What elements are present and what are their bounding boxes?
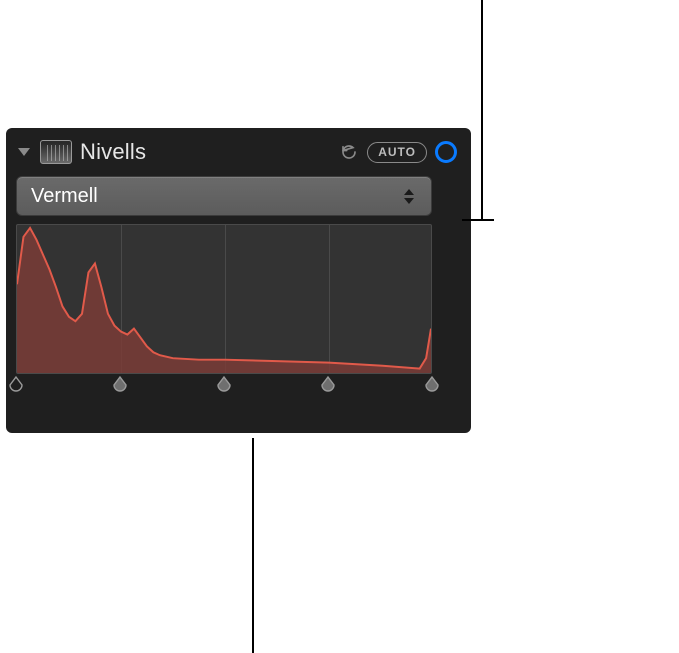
channel-dropdown-label: Vermell: [31, 185, 399, 208]
panel-header: Nivells AUTO: [16, 134, 461, 170]
callout-line: [481, 0, 483, 104]
handle-track: [16, 376, 432, 400]
reset-icon[interactable]: [339, 142, 359, 162]
levels-handle-1[interactable]: [113, 376, 127, 394]
levels-handle-2[interactable]: [217, 376, 231, 394]
auto-button[interactable]: AUTO: [367, 142, 427, 163]
callout-line: [462, 219, 494, 221]
histogram: [16, 224, 432, 374]
channel-dropdown[interactable]: Vermell: [16, 176, 432, 216]
levels-handle-3[interactable]: [321, 376, 335, 394]
histogram-curve: [17, 225, 431, 373]
histogram-area: [16, 224, 432, 400]
panel-title: Nivells: [80, 139, 146, 165]
enable-ring-icon[interactable]: [435, 141, 457, 163]
levels-handle-4[interactable]: [425, 376, 439, 394]
levels-histogram-icon: [40, 140, 72, 164]
disclosure-triangle-icon[interactable]: [18, 148, 30, 156]
callout-line: [481, 104, 483, 219]
updown-arrows-icon: [399, 189, 419, 204]
levels-handle-0[interactable]: [9, 376, 23, 394]
levels-panel: Nivells AUTO Vermell: [6, 128, 471, 433]
callout-line: [252, 438, 254, 653]
